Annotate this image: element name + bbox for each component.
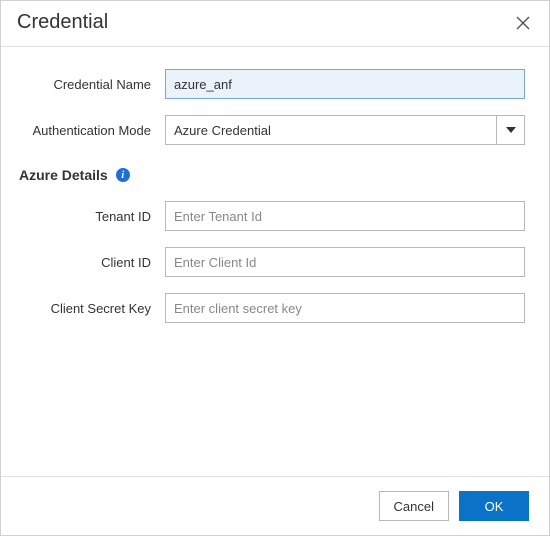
client-secret-input[interactable] bbox=[165, 293, 525, 323]
label-client-id: Client ID bbox=[25, 255, 165, 270]
dialog-footer: Cancel OK bbox=[1, 476, 549, 535]
label-auth-mode: Authentication Mode bbox=[25, 123, 165, 138]
tenant-id-input[interactable] bbox=[165, 201, 525, 231]
dialog-header: Credential bbox=[1, 1, 549, 47]
label-client-secret: Client Secret Key bbox=[25, 301, 165, 316]
info-icon[interactable]: i bbox=[116, 168, 130, 182]
row-client-secret: Client Secret Key bbox=[25, 293, 525, 323]
row-client-id: Client ID bbox=[25, 247, 525, 277]
ok-button[interactable]: OK bbox=[459, 491, 529, 521]
credential-dialog: Credential Credential Name Authenticatio… bbox=[0, 0, 550, 536]
row-credential-name: Credential Name bbox=[25, 69, 525, 99]
close-button[interactable] bbox=[513, 13, 533, 33]
chevron-down-icon bbox=[506, 127, 516, 133]
client-id-input[interactable] bbox=[165, 247, 525, 277]
section-azure-details: Azure Details i bbox=[19, 167, 525, 183]
close-icon bbox=[516, 16, 530, 30]
auth-mode-select[interactable]: Azure Credential bbox=[165, 115, 525, 145]
auth-mode-value: Azure Credential bbox=[166, 116, 496, 144]
row-tenant-id: Tenant ID bbox=[25, 201, 525, 231]
dialog-title: Credential bbox=[17, 11, 108, 34]
cancel-button[interactable]: Cancel bbox=[379, 491, 449, 521]
label-credential-name: Credential Name bbox=[25, 77, 165, 92]
row-auth-mode: Authentication Mode Azure Credential bbox=[25, 115, 525, 145]
credential-name-input[interactable] bbox=[165, 69, 525, 99]
label-tenant-id: Tenant ID bbox=[25, 209, 165, 224]
auth-mode-caret[interactable] bbox=[496, 116, 524, 144]
section-title: Azure Details bbox=[19, 167, 108, 183]
dialog-body: Credential Name Authentication Mode Azur… bbox=[1, 47, 549, 476]
